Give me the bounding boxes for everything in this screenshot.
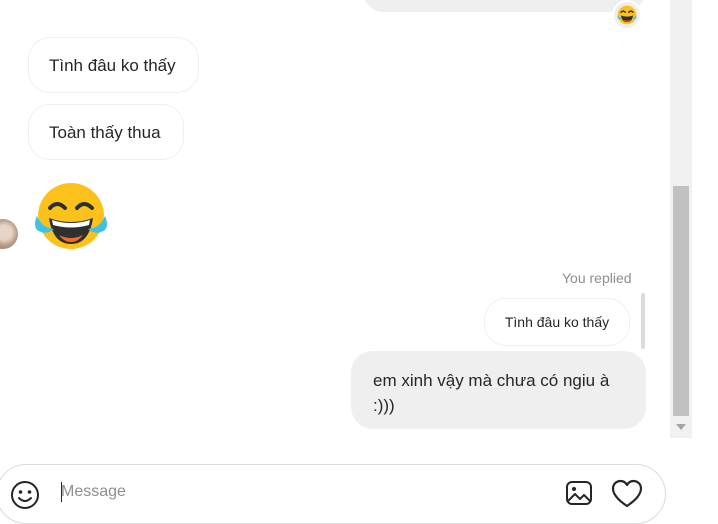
laughing-tears-emoji-icon[interactable] bbox=[34, 180, 108, 252]
incoming-message-bubble[interactable]: Tình đâu ko thấy bbox=[28, 37, 199, 93]
quoted-message-bubble[interactable]: Tình đâu ko thấy bbox=[484, 298, 630, 346]
message-input[interactable] bbox=[61, 477, 531, 507]
incoming-message-bubble[interactable]: Toàn thấy thua bbox=[28, 104, 184, 160]
outgoing-message-bubble[interactable]: em xinh vậy mà chưa có ngiu à :))) bbox=[351, 351, 646, 429]
message-reaction[interactable] bbox=[612, 0, 642, 30]
laughing-tears-emoji-icon bbox=[617, 5, 637, 25]
scroll-down-arrow-icon[interactable] bbox=[676, 424, 686, 430]
image-icon[interactable] bbox=[565, 479, 593, 507]
message-composer bbox=[0, 464, 666, 524]
you-replied-label: You replied bbox=[562, 270, 632, 286]
outgoing-message-bubble[interactable] bbox=[362, 0, 646, 12]
scrollbar[interactable] bbox=[670, 0, 692, 438]
scrollbar-thumb[interactable] bbox=[673, 186, 689, 416]
message-thread: Tình đâu ko thấy Toàn thấy thua You repl… bbox=[0, 0, 670, 440]
message-text: em xinh vậy mà chưa có ngiu à :))) bbox=[373, 371, 610, 415]
emoji-icon[interactable] bbox=[9, 479, 41, 511]
message-text: Tình đâu ko thấy bbox=[49, 56, 176, 75]
avatar[interactable] bbox=[0, 219, 18, 249]
reply-quote-bar bbox=[641, 293, 645, 349]
heart-icon[interactable] bbox=[611, 479, 643, 509]
message-text: Toàn thấy thua bbox=[49, 123, 161, 142]
